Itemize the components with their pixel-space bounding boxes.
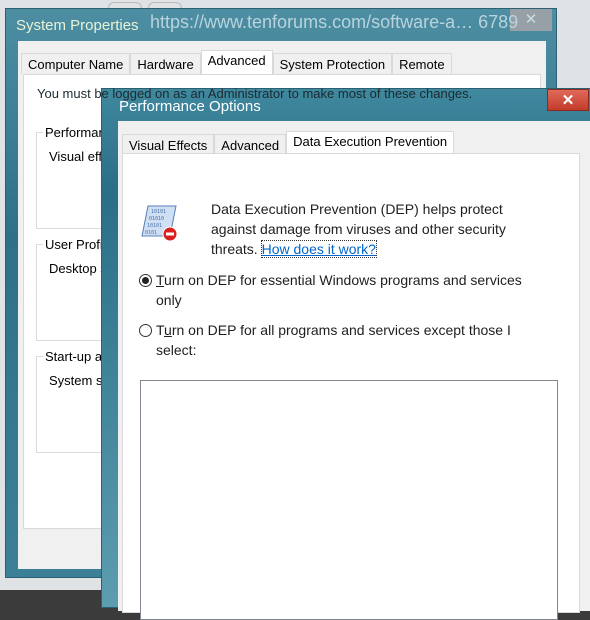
group-text: System st	[49, 373, 107, 388]
window-title: System Properties	[16, 17, 139, 34]
performance-options-window: Performance Options ✕ Visual Effects Adv…	[101, 88, 590, 620]
radio-button[interactable]	[139, 324, 152, 337]
dep-description: Data Execution Prevention (DEP) helps pr…	[211, 201, 506, 258]
tab-hardware[interactable]: Hardware	[130, 53, 201, 74]
tab-visual-effects[interactable]: Visual Effects	[122, 134, 215, 155]
dep-shield-icon: 1010101010101010101	[141, 205, 178, 242]
tab-advanced[interactable]: Advanced	[214, 134, 287, 155]
tab-computer-name[interactable]: Computer Name	[21, 53, 131, 74]
admin-note: You must be logged on as an Administrato…	[37, 86, 473, 101]
tab-advanced[interactable]: Advanced	[200, 50, 273, 74]
radio-label: Turn on DEP for essential Windows progra…	[156, 272, 522, 308]
tab-data-execution-prevention[interactable]: Data Execution Prevention	[286, 131, 455, 155]
radio-essential-only[interactable]: Turn on DEP for essential Windows progra…	[139, 270, 549, 310]
program-exception-list[interactable]	[140, 380, 558, 620]
radio-all-except-selected[interactable]: Turn on DEP for all programs and service…	[139, 320, 539, 360]
close-button[interactable]: ✕	[547, 89, 589, 111]
svg-text:0101: 0101	[145, 230, 157, 236]
group-label: User Profil	[43, 237, 108, 252]
how-does-it-work-link[interactable]: How does it work?	[260, 240, 377, 258]
tab-system-protection[interactable]: System Protection	[272, 53, 393, 74]
group-label: Performan	[43, 125, 108, 140]
radio-label: Turn on DEP for all programs and service…	[156, 322, 511, 358]
radio-button-selected[interactable]	[139, 274, 152, 287]
dep-panel: 10101 01010 10101 0101 Data Execution Preve…	[122, 153, 580, 620]
svg-text:10101: 10101	[147, 223, 162, 229]
group-text: Desktop s	[49, 261, 107, 276]
svg-text:10101: 10101	[151, 209, 166, 215]
tab-remote[interactable]: Remote	[392, 53, 452, 74]
browser-url[interactable]: https://www.tenforums.com/software-a… 67…	[150, 12, 518, 33]
svg-text:01010: 01010	[149, 216, 164, 222]
